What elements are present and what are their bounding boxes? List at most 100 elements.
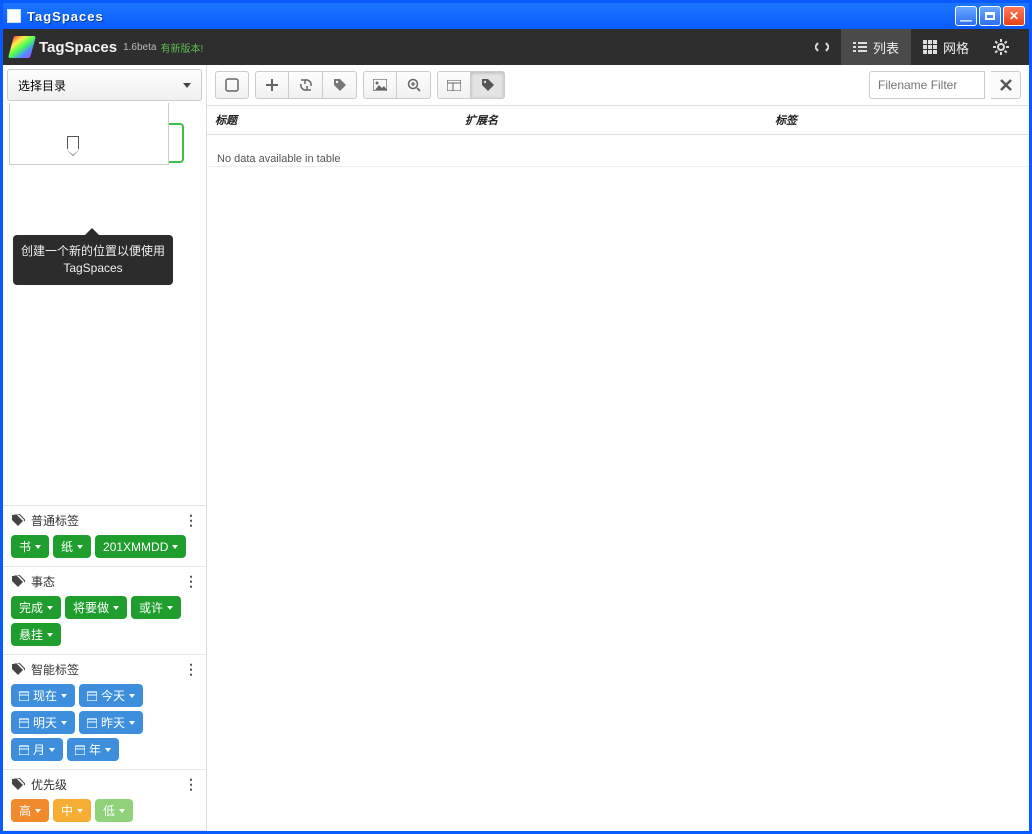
tag-label: 明天 <box>33 714 57 731</box>
close-icon <box>1000 79 1012 91</box>
tag-chip[interactable]: 悬挂 <box>11 623 61 646</box>
view-grid-label: 网格 <box>943 38 969 57</box>
tag-label: 纸 <box>61 538 73 555</box>
tag-chip[interactable]: 明天 <box>11 711 75 734</box>
tag-row: 书纸 201XMMDD <box>11 535 198 558</box>
select-directory-dropdown[interactable]: 选择目录 <box>7 69 202 101</box>
add-file-button[interactable] <box>255 71 289 99</box>
chevron-down-icon <box>49 748 55 752</box>
tag-group-menu-button[interactable]: ⋮ <box>184 776 198 793</box>
tag-chip[interactable]: 或许 <box>131 596 181 619</box>
thumbnail-button[interactable] <box>363 71 397 99</box>
checkbox-icon <box>225 78 239 92</box>
directory-dropdown-panel <box>9 103 169 165</box>
tag-chip[interactable]: 年 <box>67 738 119 761</box>
table-empty-text: No data available in table <box>217 153 341 165</box>
calendar-icon <box>75 745 85 755</box>
tag-group-label: 事态 <box>31 573 55 590</box>
clear-filter-button[interactable] <box>991 71 1021 99</box>
select-all-button[interactable] <box>215 71 249 99</box>
table-empty-row: No data available in table <box>207 135 1029 167</box>
chevron-down-icon <box>47 606 53 610</box>
chevron-down-icon <box>167 606 173 610</box>
tooltip-text: 创建一个新的位置以便使用TagSpaces <box>21 244 165 275</box>
tag-chip[interactable]: 201XMMDD <box>95 535 186 558</box>
column-tags[interactable]: 标签 <box>775 112 1029 128</box>
details-icon <box>447 80 461 91</box>
tag-chip[interactable]: 昨天 <box>79 711 143 734</box>
tags-icon <box>11 778 25 792</box>
chevron-down-icon <box>61 721 67 725</box>
column-title[interactable]: 标题 <box>215 112 465 128</box>
chevron-down-icon <box>105 748 111 752</box>
tag-chip[interactable]: 完成 <box>11 596 61 619</box>
tag-chip[interactable]: 月 <box>11 738 63 761</box>
tag-group-menu-button[interactable]: ⋮ <box>184 661 198 678</box>
add-tag-button[interactable] <box>323 71 357 99</box>
tag-filled-icon <box>481 78 495 92</box>
collapse-icon <box>815 40 829 54</box>
chevron-down-icon <box>77 809 83 813</box>
calendar-icon <box>19 691 29 701</box>
tag-group-header[interactable]: 智能标签⋮ <box>11 661 198 678</box>
tag-row: 完成 将要做或许悬挂 <box>11 596 198 646</box>
tag-label: 完成 <box>19 599 43 616</box>
gear-icon <box>993 39 1009 55</box>
settings-button[interactable] <box>981 29 1021 65</box>
chevron-down-icon <box>119 809 125 813</box>
tag-chip[interactable]: 现在 <box>11 684 75 707</box>
chevron-down-icon <box>129 721 135 725</box>
plus-icon <box>266 79 278 91</box>
tag-chip[interactable]: 中 <box>53 799 91 822</box>
tag-chip[interactable]: 高 <box>11 799 49 822</box>
view-list-button[interactable]: 列表 <box>841 29 911 65</box>
tag-group: 优先级 ⋮ 高中 低 <box>3 770 206 831</box>
select-directory-label: 选择目录 <box>18 77 66 94</box>
toggle-sidebar-button[interactable] <box>803 29 841 65</box>
tag-label: 月 <box>33 741 45 758</box>
tag-group-menu-button[interactable]: ⋮ <box>184 573 198 590</box>
tag-label: 中 <box>61 802 73 819</box>
tag-group-label: 优先级 <box>31 776 67 793</box>
list-icon <box>853 40 867 54</box>
tag-group-header[interactable]: 普通标签 ⋮ <box>11 512 198 529</box>
magnifier-icon <box>407 78 421 92</box>
reload-button[interactable] <box>289 71 323 99</box>
tag-group-header[interactable]: 优先级 ⋮ <box>11 776 198 793</box>
main-area: 标题 扩展名 标签 No data available in table <box>207 65 1029 831</box>
new-location-tooltip: 创建一个新的位置以便使用TagSpaces <box>13 235 173 285</box>
tag-chip[interactable]: 低 <box>95 799 133 822</box>
window-title: TagSpaces <box>27 9 104 24</box>
chevron-down-icon <box>61 694 67 698</box>
calendar-icon <box>87 691 97 701</box>
tag-group: 智能标签⋮ 现在今天明天 昨天月 年 <box>3 655 206 770</box>
view-list-label: 列表 <box>873 38 899 57</box>
tag-group-menu-button[interactable]: ⋮ <box>184 512 198 529</box>
tag-group-label: 普通标签 <box>31 512 79 529</box>
window-close-button[interactable]: ✕ <box>1003 6 1025 26</box>
view-tags-button[interactable] <box>471 71 505 99</box>
window-minimize-button[interactable]: — <box>955 6 977 26</box>
tag-chip[interactable]: 今天 <box>79 684 143 707</box>
filename-filter-input[interactable] <box>869 71 985 99</box>
toolbar <box>207 65 1029 105</box>
tag-label: 201XMMDD <box>103 540 168 554</box>
tag-group-header[interactable]: 事态 ⋮ <box>11 573 198 590</box>
bookmark-icon <box>67 136 79 150</box>
tag-chip[interactable]: 将要做 <box>65 596 127 619</box>
tag-label: 昨天 <box>101 714 125 731</box>
tags-icon <box>11 575 25 589</box>
reload-icon <box>299 78 313 92</box>
tag-chip[interactable]: 书 <box>11 535 49 558</box>
window-maximize-button[interactable] <box>979 6 1001 26</box>
zoom-button[interactable] <box>397 71 431 99</box>
view-details-button[interactable] <box>437 71 471 99</box>
column-ext[interactable]: 扩展名 <box>465 112 775 128</box>
tag-row: 高中 低 <box>11 799 198 822</box>
update-available-link[interactable]: 有新版本! <box>160 40 203 55</box>
tag-group: 事态 ⋮ 完成 将要做或许悬挂 <box>3 567 206 655</box>
chevron-down-icon <box>47 633 53 637</box>
view-grid-button[interactable]: 网格 <box>911 29 981 65</box>
tag-label: 或许 <box>139 599 163 616</box>
tag-chip[interactable]: 纸 <box>53 535 91 558</box>
